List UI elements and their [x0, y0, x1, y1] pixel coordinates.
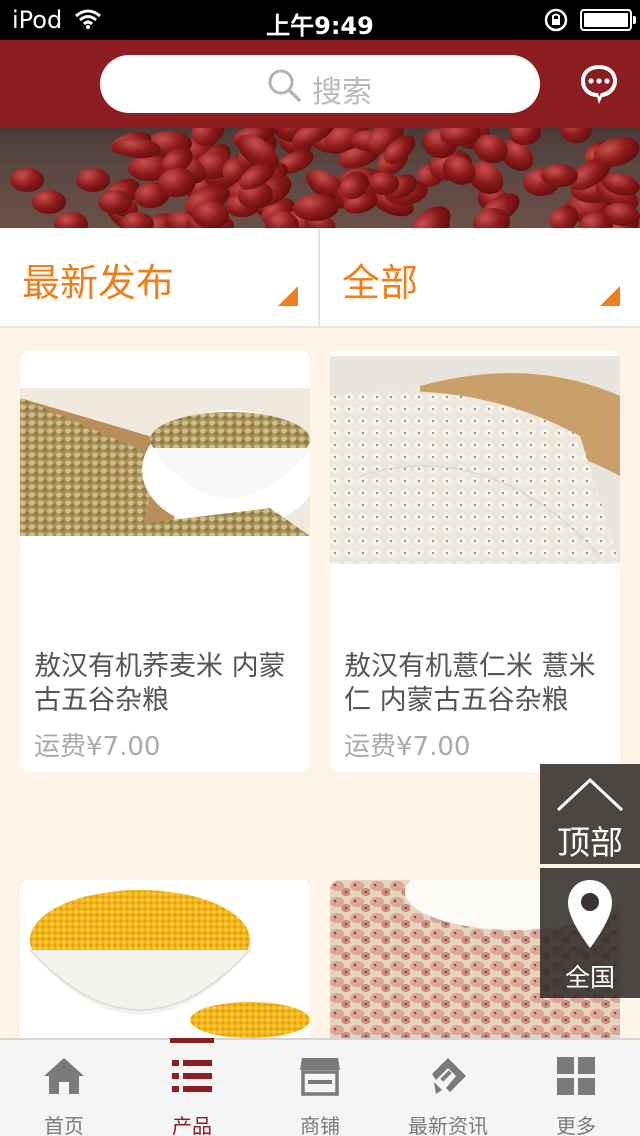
product-card[interactable]: 敖汉有机薏仁米 薏米仁 内蒙古五谷杂粮 运费¥7.00	[330, 350, 620, 772]
filter-category-all[interactable]: 全部	[320, 228, 640, 328]
tab-more[interactable]: 更多	[512, 1040, 640, 1136]
product-name: 敖汉有机荞麦米 内蒙古五谷杂粮	[34, 651, 286, 716]
search-input[interactable]: 搜索	[100, 55, 540, 113]
tab-stores[interactable]: 商铺	[256, 1040, 384, 1136]
filter-label: 全部	[342, 261, 419, 305]
rotation-lock-icon	[544, 8, 568, 36]
banner-bean	[120, 212, 154, 228]
banner-bean	[54, 212, 88, 228]
filter-sort-latest[interactable]: 最新发布	[0, 228, 318, 328]
product-list-screen: iPod 上午9:49 搜索 最新发布 全部 敖汉有机荞麦米 内蒙古五谷杂粮 运…	[0, 0, 640, 1136]
banner-bean	[76, 168, 110, 192]
back-to-top-label: 顶部	[557, 823, 623, 862]
search-icon	[266, 67, 302, 107]
banner-image[interactable]	[0, 128, 640, 228]
dropdown-triangle-icon	[278, 286, 298, 306]
banner-bean	[367, 171, 400, 195]
news-icon	[426, 1054, 470, 1098]
product-image	[20, 388, 310, 536]
back-to-top-button[interactable]: 顶部	[540, 764, 640, 864]
product-image	[20, 880, 310, 1040]
list-icon	[170, 1054, 214, 1098]
tab-label: 商铺	[300, 1114, 340, 1136]
home-icon	[42, 1054, 86, 1098]
banner-bean	[10, 168, 44, 192]
filter-bar: 最新发布 全部	[0, 228, 640, 328]
tab-label: 产品	[172, 1114, 212, 1136]
search-placeholder: 搜索	[312, 75, 372, 110]
banner-bean	[558, 128, 593, 145]
product-shipping-price: 运费¥7.00	[344, 732, 471, 762]
banner-bean	[540, 163, 579, 188]
product-name: 敖汉有机薏仁米 薏米仁 内蒙古五谷杂粮	[344, 651, 596, 716]
tab-news[interactable]: 最新资讯	[384, 1040, 512, 1136]
tab-label: 最新资讯	[408, 1114, 488, 1136]
product-card[interactable]: 敖汉有机荞麦米 内蒙古五谷杂粮 运费¥7.00	[20, 350, 310, 772]
grid-icon	[554, 1054, 598, 1098]
location-pin-icon	[566, 878, 614, 954]
header: 搜索	[0, 40, 640, 128]
tab-label: 更多	[556, 1114, 596, 1136]
banner-bean	[98, 190, 132, 214]
tab-products[interactable]: 产品	[128, 1038, 256, 1136]
status-bar: iPod 上午9:49	[0, 0, 640, 40]
message-icon[interactable]	[578, 62, 620, 110]
banner-bean	[292, 193, 340, 223]
region-label: 全国	[564, 963, 615, 992]
filter-label: 最新发布	[22, 261, 175, 305]
banner-bean	[32, 190, 66, 214]
dropdown-triangle-icon	[600, 286, 620, 306]
store-icon	[298, 1054, 342, 1098]
tab-home[interactable]: 首页	[0, 1040, 128, 1136]
product-image	[330, 356, 620, 564]
active-tab-indicator	[170, 1038, 214, 1043]
bottom-tab-bar: 首页 产品 商铺 最新资讯 更多	[0, 1038, 640, 1136]
chevron-up-icon	[556, 777, 624, 816]
battery-icon	[580, 9, 636, 31]
product-shipping-price: 运费¥7.00	[34, 732, 161, 762]
region-selector-button[interactable]: 全国	[540, 868, 640, 998]
tab-label: 首页	[44, 1114, 84, 1136]
